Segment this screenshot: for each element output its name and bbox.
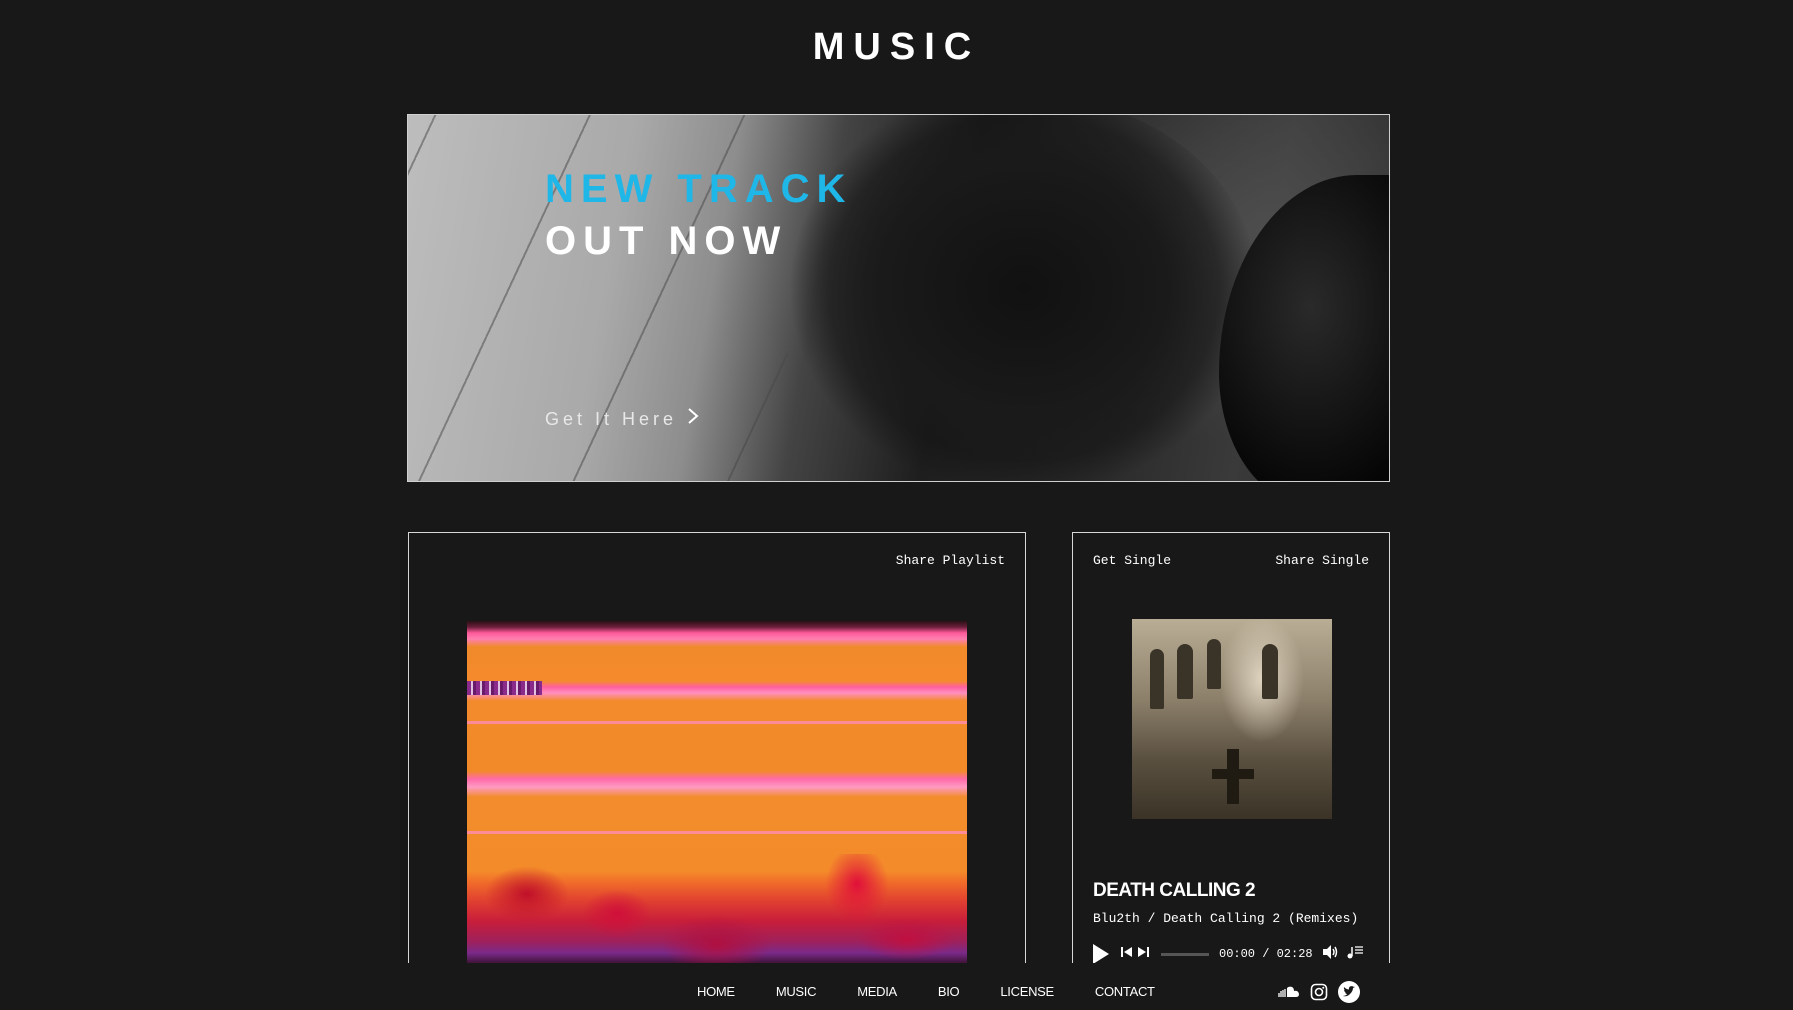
cross [1212, 769, 1254, 779]
cta-label: Get It Here [545, 408, 678, 429]
playlist-cover-art[interactable] [467, 621, 967, 964]
play-icon[interactable] [1093, 944, 1109, 964]
twitter-icon[interactable] [1338, 981, 1360, 1003]
page-title: MUSIC [812, 26, 981, 68]
progress-bar[interactable] [1161, 952, 1209, 956]
song-subtitle: Blu2th / Death Calling 2 (Remixes) [1093, 911, 1359, 926]
share-single-button[interactable]: Share Single [1275, 553, 1369, 568]
art-stripe [467, 831, 967, 834]
nav-home[interactable]: HOME [697, 984, 735, 999]
gravestone [1207, 639, 1221, 689]
playlist-card: Share Playlist [408, 532, 1026, 964]
art-stripe [467, 721, 967, 724]
song-title: DEATH CALLING 2 [1093, 880, 1256, 901]
time-display: 00:00 / 02:28 [1219, 947, 1313, 961]
nav-links: HOME MUSIC MEDIA BIO LICENSE CONTACT [697, 984, 1196, 999]
skip-back-icon[interactable] [1121, 947, 1132, 961]
nav-license[interactable]: LICENSE [1000, 984, 1054, 999]
get-it-here-link[interactable]: Get It Here [545, 407, 699, 431]
hero-headline-main: OUT NOW [545, 219, 788, 263]
nav-contact[interactable]: CONTACT [1095, 984, 1155, 999]
gravestone [1262, 644, 1278, 699]
hero-car-image [1219, 175, 1389, 481]
social-links [1278, 981, 1360, 1003]
bottom-nav: HOME MUSIC MEDIA BIO LICENSE CONTACT [0, 963, 1793, 1010]
hero-banner: NEW TRACK OUT NOW Get It Here [407, 114, 1390, 482]
chevron-right-icon [687, 407, 699, 431]
gravestone [1150, 649, 1164, 709]
soundcloud-icon[interactable] [1278, 986, 1300, 998]
volume-icon[interactable] [1322, 944, 1339, 964]
gravestone [1177, 644, 1193, 699]
share-playlist-button[interactable]: Share Playlist [896, 553, 1005, 568]
audio-player: 00:00 / 02:28 [1093, 943, 1373, 965]
hero-headline-accent: NEW TRACK [545, 167, 853, 211]
single-cover-art [1132, 619, 1332, 819]
nav-bio[interactable]: BIO [938, 984, 960, 999]
playlist-icon[interactable] [1347, 945, 1363, 964]
nav-media[interactable]: MEDIA [857, 984, 897, 999]
glitch-artifact [467, 681, 542, 695]
instagram-icon[interactable] [1310, 983, 1328, 1001]
single-card: Get Single Share Single DEATH CALLING 2 … [1072, 532, 1390, 965]
get-single-button[interactable]: Get Single [1093, 553, 1171, 568]
skip-forward-icon[interactable] [1138, 947, 1149, 961]
art-trees [467, 854, 967, 964]
nav-music[interactable]: MUSIC [776, 984, 817, 999]
